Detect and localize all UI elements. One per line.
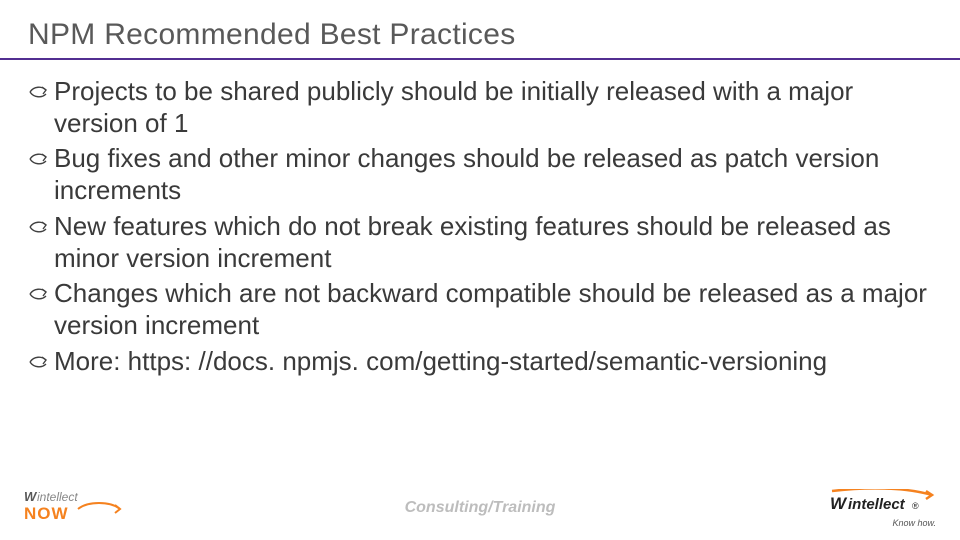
list-item-text: Projects to be shared publicly should be… — [54, 76, 936, 139]
svg-text:NOW: NOW — [24, 504, 69, 523]
title-area: NPM Recommended Best Practices — [0, 0, 960, 60]
logo-wintellect: W intellect ® Know how. — [826, 489, 936, 528]
list-item: More: https: //docs. npmjs. com/getting-… — [28, 346, 936, 378]
footer-label: Consulting/Training — [24, 499, 936, 517]
slide: NPM Recommended Best Practices Projects … — [0, 0, 960, 540]
svg-text:W: W — [24, 489, 38, 504]
list-item: Changes which are not backward compatibl… — [28, 278, 936, 341]
svg-text:®: ® — [912, 501, 919, 511]
body-area: Projects to be shared publicly should be… — [0, 60, 960, 377]
slide-title: NPM Recommended Best Practices — [28, 18, 932, 52]
footer: W intellect NOW Consulting/Training W in… — [24, 490, 936, 526]
bullet-arrow-icon — [28, 150, 50, 173]
logo-tagline: Know how. — [826, 518, 936, 528]
bullet-arrow-icon — [28, 83, 50, 106]
logo-wintellect-now: W intellect NOW — [24, 489, 134, 528]
list-item-text: More: https: //docs. npmjs. com/getting-… — [54, 346, 827, 378]
svg-text:intellect: intellect — [37, 490, 78, 504]
list-item-text: New features which do not break existing… — [54, 211, 936, 274]
bullet-arrow-icon — [28, 285, 50, 308]
svg-text:W: W — [830, 494, 848, 513]
list-item: Bug fixes and other minor changes should… — [28, 143, 936, 206]
list-item: Projects to be shared publicly should be… — [28, 76, 936, 139]
svg-text:intellect: intellect — [848, 496, 906, 513]
bullet-arrow-icon — [28, 353, 50, 376]
list-item-text: Changes which are not backward compatibl… — [54, 278, 936, 341]
list-item-text: Bug fixes and other minor changes should… — [54, 143, 936, 206]
list-item: New features which do not break existing… — [28, 211, 936, 274]
bullet-arrow-icon — [28, 218, 50, 241]
